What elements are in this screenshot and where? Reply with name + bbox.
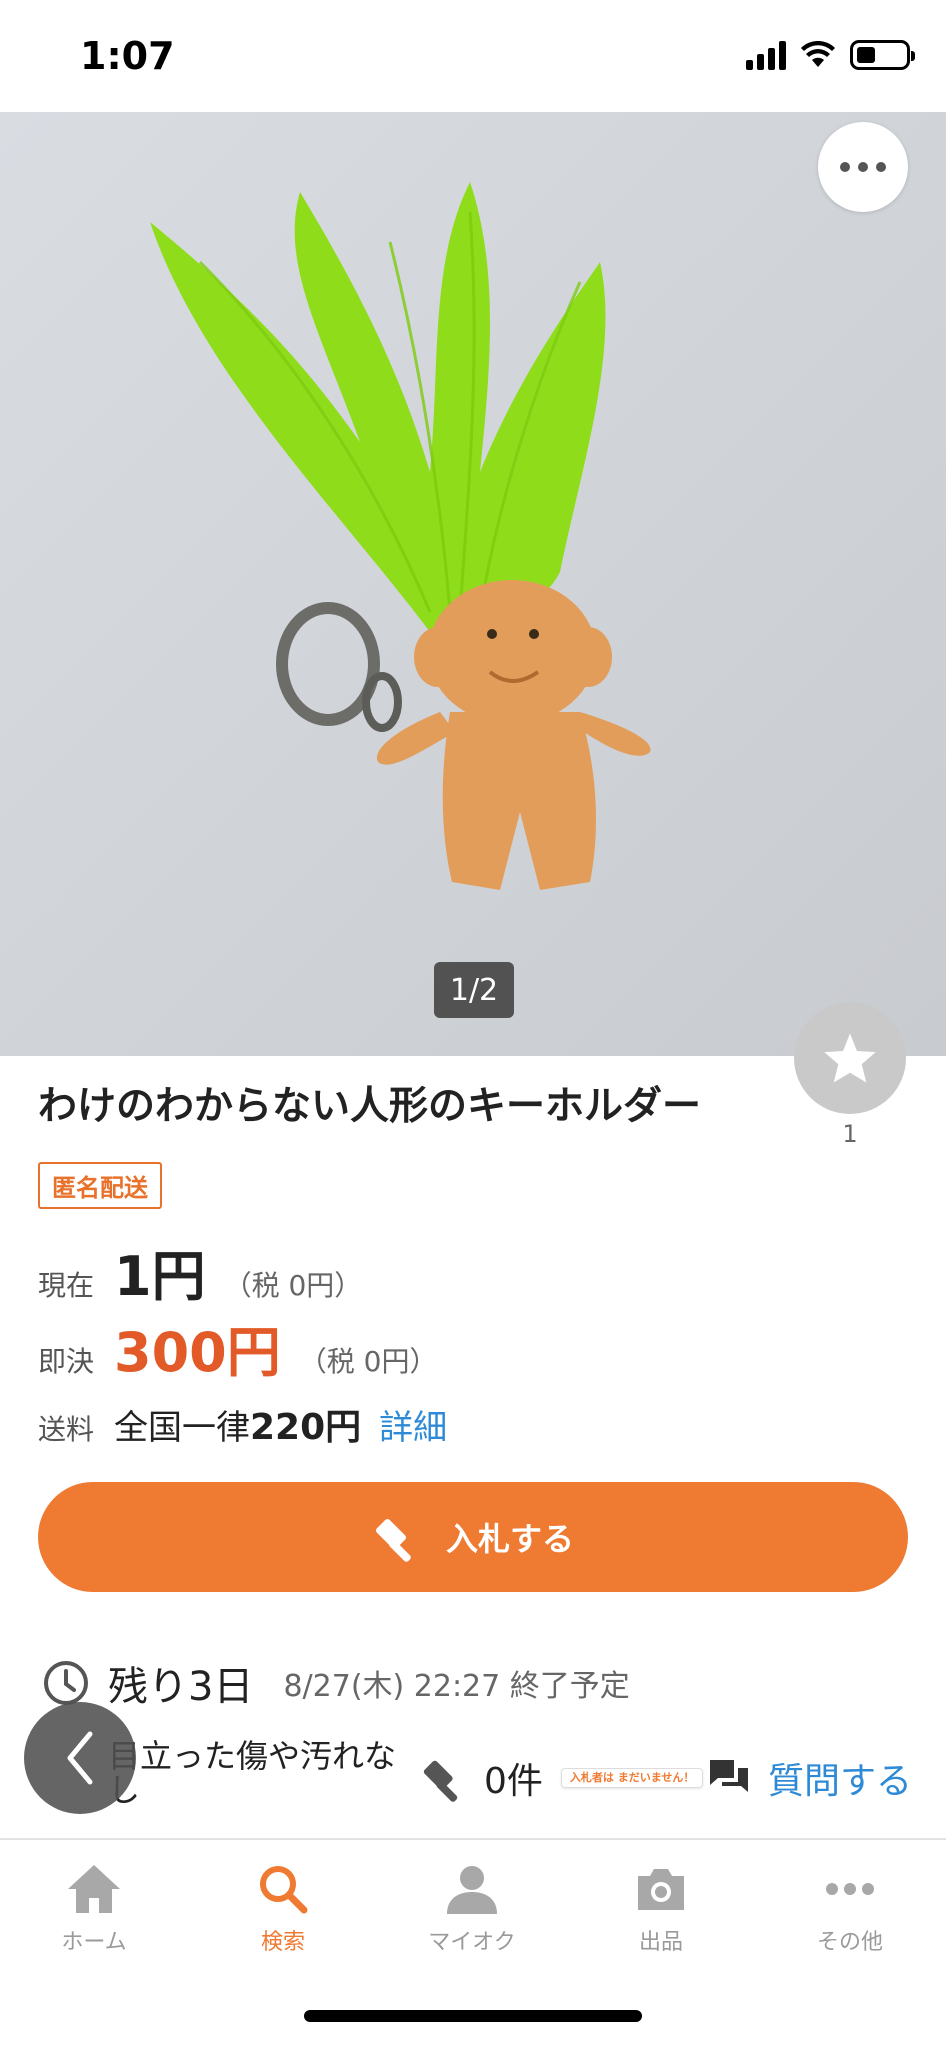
gavel-icon <box>375 1518 411 1562</box>
bid-count: 0件 <box>484 1761 543 1802</box>
search-icon <box>260 1866 308 1914</box>
tab-home[interactable]: ホーム <box>19 1862 169 1956</box>
ask-question-label: 質問する <box>768 1761 913 1802</box>
item-title: わけのわからない人形のキーホルダー <box>38 1084 702 1129</box>
battery-icon <box>850 40 915 70</box>
chevron-left-icon <box>67 1731 93 1785</box>
tab-search[interactable]: 検索 <box>208 1862 358 1956</box>
product-photo <box>0 112 946 1056</box>
remaining-days: 残り3日 <box>108 1664 254 1710</box>
home-icon <box>68 1865 120 1913</box>
bid-count-area: 0件 入札者は まだいません！ <box>420 1752 704 1804</box>
shipping-row: 送料 全国一律 220円 詳細 <box>38 1398 447 1450</box>
tab-label: 検索 <box>260 1930 305 1955</box>
wifi-icon <box>801 41 835 67</box>
current-price: 1円 <box>114 1245 206 1308</box>
more-icon <box>826 1883 874 1895</box>
clock-icon <box>44 1661 88 1705</box>
current-price-row: 現在 1円 （税 0円） <box>38 1232 362 1311</box>
anonymous-shipping-badge: 匿名配送 <box>38 1162 162 1209</box>
current-price-label: 現在 <box>38 1269 95 1302</box>
buyout-price-label: 即決 <box>38 1345 95 1378</box>
back-button[interactable] <box>24 1702 136 1814</box>
item-info-row: 目立った傷や汚れなし 0件 入札者は まだいません！ 質問する <box>0 1730 946 1830</box>
star-icon <box>824 1033 876 1083</box>
status-icons <box>746 40 915 70</box>
chat-bubbles-icon <box>710 1760 748 1792</box>
tab-more[interactable]: その他 <box>775 1862 925 1956</box>
more-dot-icon <box>840 162 850 172</box>
tab-my-auction[interactable]: マイオク <box>397 1862 547 1956</box>
bid-button-label: 入札する <box>445 1520 574 1558</box>
shipping-label: 送料 <box>38 1413 95 1446</box>
more-dot-icon <box>858 162 868 172</box>
status-time: 1:07 <box>80 34 175 78</box>
no-bidders-badge: 入札者は まだいません！ <box>560 1767 704 1789</box>
buyout-price-tax: （税 0円） <box>298 1345 438 1378</box>
image-page-indicator: 1/2 <box>434 962 514 1018</box>
current-price-tax: （税 0円） <box>223 1269 363 1302</box>
tab-label: その他 <box>816 1930 883 1955</box>
tab-label: 出品 <box>638 1930 683 1955</box>
home-indicator <box>304 2010 642 2022</box>
ask-question-button[interactable]: 質問する <box>708 1752 912 1804</box>
person-icon <box>447 1866 497 1914</box>
product-image[interactable] <box>0 112 946 1056</box>
remaining-time-row: 残り3日 8/27(木) 22:27 終了予定 <box>42 1654 630 1712</box>
buyout-price-row: 即決 300円 （税 0円） <box>38 1308 437 1387</box>
shipping-details-link[interactable]: 詳細 <box>379 1400 447 1449</box>
more-options-button[interactable] <box>818 122 908 212</box>
cellular-signal-icon <box>746 40 786 70</box>
status-bar: 1:07 <box>0 0 946 112</box>
item-condition: 目立った傷や汚れなし <box>108 1737 397 1806</box>
tab-sell[interactable]: 出品 <box>586 1862 736 1956</box>
shipping-text: 全国一律 <box>114 1408 250 1448</box>
camera-icon <box>638 1869 684 1910</box>
end-time: 8/27(木) 22:27 終了予定 <box>283 1669 630 1704</box>
tab-label: マイオク <box>428 1930 516 1955</box>
bid-button[interactable]: 入札する <box>38 1482 908 1592</box>
shipping-amount: 220円 <box>250 1407 362 1448</box>
watchlist-button[interactable] <box>794 1002 906 1114</box>
gavel-icon <box>423 1760 458 1802</box>
buyout-price: 300円 <box>114 1321 281 1384</box>
more-dot-icon <box>876 162 886 172</box>
watch-count: 1 <box>842 1120 858 1148</box>
tab-label: ホーム <box>61 1930 127 1955</box>
